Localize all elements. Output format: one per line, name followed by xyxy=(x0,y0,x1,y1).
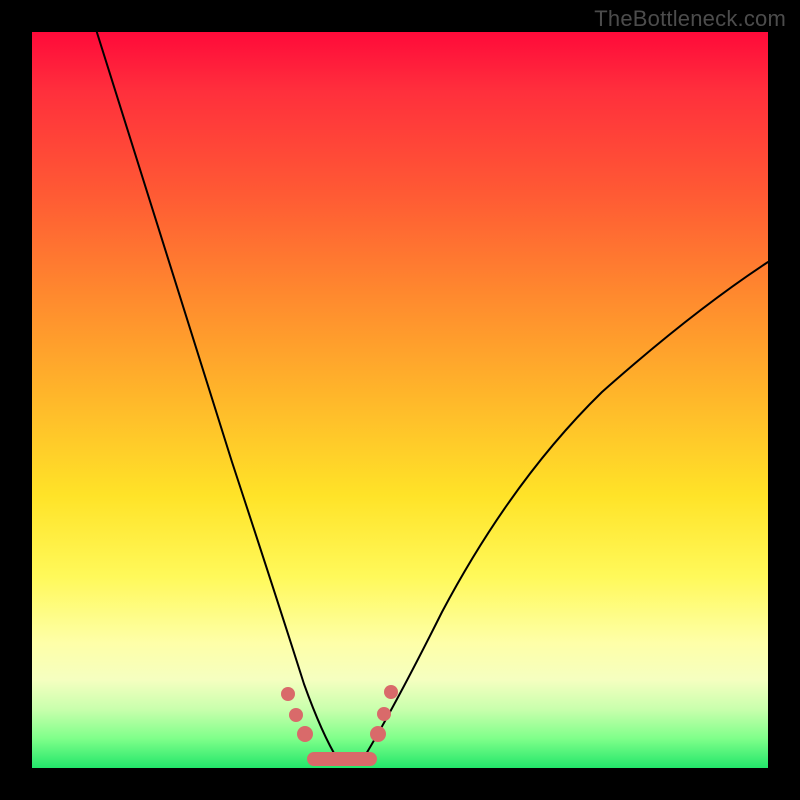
chart-frame: TheBottleneck.com xyxy=(0,0,800,800)
curve-right-branch xyxy=(360,262,768,764)
marker-dot xyxy=(289,708,303,722)
marker-dot xyxy=(370,726,386,742)
marker-dot xyxy=(297,726,313,742)
marker-dot xyxy=(377,707,391,721)
watermark-text: TheBottleneck.com xyxy=(594,6,786,32)
marker-dot xyxy=(281,687,295,701)
marker-dot xyxy=(384,685,398,699)
curve-left-branch xyxy=(88,4,338,760)
plot-area xyxy=(32,32,768,768)
bottleneck-curve-svg xyxy=(32,32,768,768)
